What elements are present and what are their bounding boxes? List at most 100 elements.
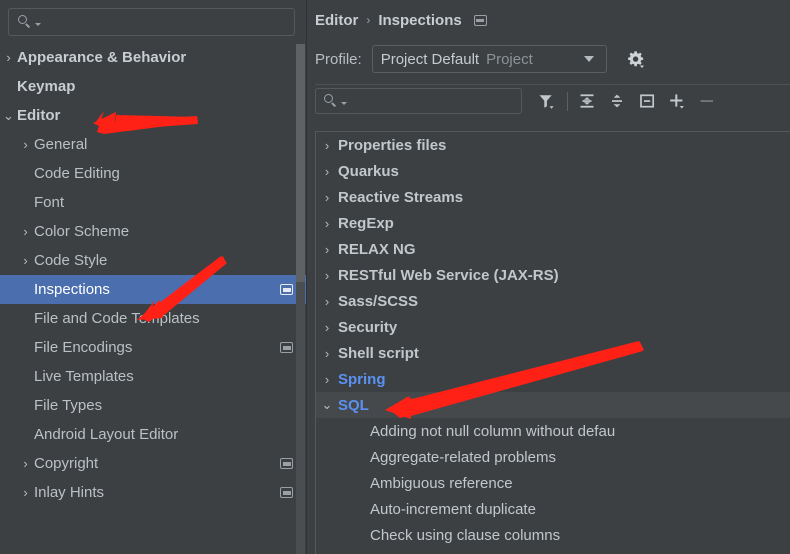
- sidebar-item-label: File Types: [34, 397, 103, 414]
- tree-row[interactable]: › RegExp: [316, 210, 790, 236]
- chevron-right-icon[interactable]: ›: [316, 216, 338, 231]
- tree-row-label: RegExp: [338, 214, 394, 232]
- sidebar-item-file-types[interactable]: File Types: [0, 391, 307, 420]
- tree-row-label: SQL: [338, 396, 369, 414]
- sidebar-item-editor[interactable]: ⌄ Editor: [0, 101, 307, 130]
- chevron-right-icon[interactable]: ›: [316, 164, 338, 179]
- inspections-tree-rows: › Properties files › Quarkus › Reactive Strea…: [316, 132, 790, 548]
- sidebar-item-file-encodings[interactable]: File Encodings: [0, 333, 307, 362]
- tree-row[interactable]: › Reactive Streams: [316, 184, 790, 210]
- inspection-search-input[interactable]: [315, 88, 522, 114]
- profile-scope-value: Project: [486, 50, 533, 68]
- chevron-right-icon[interactable]: ›: [316, 372, 338, 387]
- breadcrumb: Editor › Inspections: [307, 0, 790, 31]
- arrow-placeholder: [17, 196, 34, 209]
- chevron-right-icon[interactable]: ›: [316, 190, 338, 205]
- chevron-right-icon[interactable]: ›: [17, 225, 34, 238]
- sidebar-item-android-layout-editor[interactable]: Android Layout Editor: [0, 420, 307, 449]
- chevron-down-icon[interactable]: ⌄: [316, 397, 338, 413]
- sidebar-item-label: Inspections: [34, 281, 110, 298]
- project-scope-badge-icon: [280, 458, 293, 469]
- arrow-placeholder: [17, 312, 34, 325]
- tree-row[interactable]: › Properties files: [316, 132, 790, 158]
- chevron-right-icon[interactable]: ›: [316, 294, 338, 309]
- tree-row[interactable]: Aggregate-related problems: [316, 444, 790, 470]
- tree-row[interactable]: › RELAX NG: [316, 236, 790, 262]
- tree-row-label: Reactive Streams: [338, 188, 464, 206]
- sidebar-item-file-and-code-templates[interactable]: File and Code Templates: [0, 304, 307, 333]
- sidebar-item-color-scheme[interactable]: › Color Scheme: [0, 217, 307, 246]
- arrow-placeholder: [17, 370, 34, 383]
- tree-row[interactable]: › Sass/SCSS: [316, 288, 790, 314]
- toolbar-icon-group: [534, 89, 725, 113]
- sidebar-item-label: Editor: [17, 107, 61, 124]
- sidebar-item-keymap[interactable]: Keymap: [0, 72, 307, 101]
- arrow-placeholder: [17, 167, 34, 180]
- chevron-right-icon[interactable]: ›: [17, 457, 34, 470]
- tree-row-label: Security: [338, 318, 398, 336]
- add-icon[interactable]: [665, 89, 689, 113]
- tree-row[interactable]: › Security: [316, 314, 790, 340]
- sidebar-search-input[interactable]: [8, 8, 295, 36]
- tree-row[interactable]: Adding not null column without defau: [316, 418, 790, 444]
- filter-icon[interactable]: [534, 89, 558, 113]
- chevron-right-icon[interactable]: ›: [17, 486, 34, 499]
- reset-icon[interactable]: [635, 89, 659, 113]
- remove-icon: [695, 89, 719, 113]
- chevron-down-icon: [583, 56, 594, 62]
- tree-row-label: RESTful Web Service (JAX-RS): [338, 266, 559, 284]
- expand-all-icon[interactable]: [575, 89, 599, 113]
- chevron-right-icon[interactable]: ›: [17, 254, 34, 267]
- tree-row[interactable]: ⌄ SQL: [316, 392, 790, 418]
- tree-row[interactable]: › Spring: [316, 366, 790, 392]
- chevron-down-icon[interactable]: ⌄: [0, 109, 17, 122]
- breadcrumb-separator: ›: [366, 13, 371, 27]
- toolbar-separator: [567, 91, 568, 111]
- chevron-right-icon[interactable]: ›: [316, 320, 338, 335]
- tree-row-label: Check using clause columns: [370, 526, 561, 544]
- sidebar-item-label: Inlay Hints: [34, 484, 105, 501]
- sidebar-item-inspections[interactable]: Inspections: [0, 275, 307, 304]
- search-icon: [18, 14, 33, 30]
- sidebar-item-code-editing[interactable]: Code Editing: [0, 159, 307, 188]
- sidebar-item-appearance-behavior[interactable]: › Appearance & Behavior: [0, 43, 307, 72]
- chevron-down-icon: [341, 102, 347, 105]
- chevron-right-icon[interactable]: ›: [316, 268, 338, 283]
- sidebar-item-code-style[interactable]: › Code Style: [0, 246, 307, 275]
- profile-dropdown[interactable]: Project Default Project: [371, 45, 607, 73]
- sidebar-item-inlay-hints[interactable]: › Inlay Hints: [0, 478, 307, 507]
- sidebar-item-label: Color Scheme: [34, 223, 130, 240]
- tree-row[interactable]: Check using clause columns: [316, 522, 790, 548]
- sidebar-item-copyright[interactable]: › Copyright: [0, 449, 307, 478]
- tree-row[interactable]: Auto-increment duplicate: [316, 496, 790, 522]
- tree-row[interactable]: › RESTful Web Service (JAX-RS): [316, 262, 790, 288]
- sidebar-item-label: Keymap: [17, 78, 76, 95]
- chevron-right-icon[interactable]: ›: [17, 138, 34, 151]
- chevron-right-icon[interactable]: ›: [0, 51, 17, 64]
- tree-row[interactable]: Ambiguous reference: [316, 470, 790, 496]
- tree-row-label: RELAX NG: [338, 240, 416, 258]
- arrow-placeholder: [0, 80, 17, 93]
- chevron-right-icon[interactable]: ›: [316, 138, 338, 153]
- chevron-right-icon[interactable]: ›: [316, 242, 338, 257]
- inspections-tree: › Properties files › Quarkus › Reactive Strea…: [315, 131, 790, 554]
- tree-row[interactable]: › Quarkus: [316, 158, 790, 184]
- sidebar-item-label: Appearance & Behavior: [17, 49, 187, 66]
- sidebar-item-font[interactable]: Font: [0, 188, 307, 217]
- profile-label: Profile:: [315, 50, 362, 68]
- sidebar-scrollbar-thumb[interactable]: [296, 44, 305, 282]
- sidebar-item-live-templates[interactable]: Live Templates: [0, 362, 307, 391]
- sidebar-item-general[interactable]: › General: [0, 130, 307, 159]
- tree-row-label: Aggregate-related problems: [370, 448, 556, 466]
- arrow-placeholder: [17, 341, 34, 354]
- chevron-down-icon: [35, 23, 41, 26]
- chevron-right-icon[interactable]: ›: [316, 346, 338, 361]
- settings-sidebar: › Appearance & Behavior Keymap ⌄ Editor › Gen…: [0, 0, 307, 554]
- search-icon: [324, 93, 339, 109]
- breadcrumb-current: Inspections: [378, 11, 462, 29]
- gear-icon[interactable]: [624, 48, 646, 70]
- collapse-all-icon[interactable]: [605, 89, 629, 113]
- sidebar-item-label: Android Layout Editor: [34, 426, 179, 443]
- breadcrumb-parent[interactable]: Editor: [315, 12, 358, 29]
- tree-row[interactable]: › Shell script: [316, 340, 790, 366]
